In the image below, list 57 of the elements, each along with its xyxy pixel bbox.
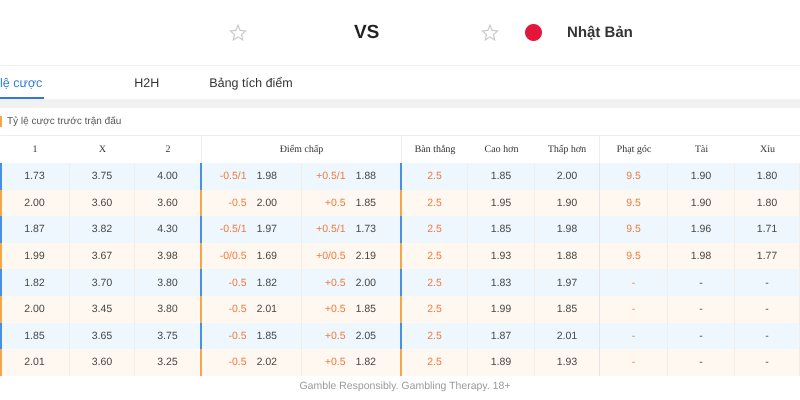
handicap-odds: 2.00: [356, 276, 376, 289]
team-name: Nhật Bản: [567, 24, 633, 41]
handicap-odds: 1.73: [356, 223, 376, 236]
column-header: Bàn thắng: [414, 143, 456, 157]
column-header: Cao hơn: [484, 143, 520, 157]
table-cell: -: [600, 349, 668, 376]
handicap-odds: 2.05: [356, 330, 376, 342]
handicap-odds: 1.82: [356, 356, 376, 368]
column-header: X: [98, 143, 108, 157]
table-cell: 1.89: [468, 349, 535, 376]
handicap-odds: 1.69: [256, 250, 277, 262]
handicap-line: +0.5/1: [316, 223, 346, 236]
tab[interactable]: H2H: [134, 66, 160, 99]
handicap-odds: 1.85: [356, 303, 376, 316]
column-header: 1: [32, 143, 38, 157]
handicap-line: -0.5: [228, 303, 247, 316]
vs-label: VS: [354, 22, 380, 44]
handicap-line: +0.5: [324, 356, 346, 368]
column-header: Phạt góc: [616, 143, 652, 157]
handicap-line: +0.5/1: [316, 170, 346, 182]
table-cell: -: [735, 349, 800, 376]
handicap-odds: 1.85: [256, 330, 277, 342]
table-cell: -: [668, 349, 735, 376]
handicap-line: +0.5: [324, 330, 346, 342]
star-icon[interactable]: [229, 24, 247, 42]
handicap-line: +0.5: [324, 303, 346, 316]
handicap-line: -0.5: [228, 196, 247, 209]
table-cell: 2.01: [0, 349, 70, 376]
handicap-line: -0.5: [228, 330, 247, 342]
handicap-line: +0/0.5: [316, 250, 346, 262]
column-header: Xỉu: [759, 143, 776, 157]
handicap-line: -0.5: [228, 276, 247, 289]
table-cell: 1.93: [535, 349, 600, 376]
handicap-odds: 1.82: [256, 276, 277, 289]
handicap-odds: 1.97: [256, 223, 277, 236]
column-header: Tài: [694, 143, 710, 157]
footer-text: Gamble Responsibly. Gambling Therapy. 18+: [298, 378, 512, 393]
handicap-odds: 1.85: [356, 196, 376, 209]
handicap-odds: 1.98: [256, 170, 277, 182]
handicap-line: +0.5: [324, 196, 346, 209]
flag-icon: [525, 24, 542, 41]
handicap-odds: 1.88: [356, 170, 376, 182]
handicap-line: -0.5/1: [220, 170, 247, 182]
table-cell: 2.5: [402, 349, 468, 376]
tab[interactable]: Bảng tích điểm: [209, 66, 293, 99]
handicap-odds: 2.02: [256, 356, 277, 368]
star-icon[interactable]: [481, 24, 499, 42]
handicap-odds: 2.01: [256, 303, 277, 316]
handicap-line: -0/0.5: [220, 250, 247, 262]
handicap-odds: 2.00: [256, 196, 277, 209]
handicap-line: -0.5: [228, 356, 247, 368]
section-title: Tỷ lệ cược trước trận đấu: [7, 116, 122, 127]
table-cell: 3.60: [70, 349, 135, 376]
table-cell: 3.25: [135, 349, 202, 376]
handicap-odds: 2.19: [356, 250, 376, 262]
handicap-line: -0.5/1: [220, 223, 247, 236]
handicap-line: +0.5: [324, 276, 346, 289]
